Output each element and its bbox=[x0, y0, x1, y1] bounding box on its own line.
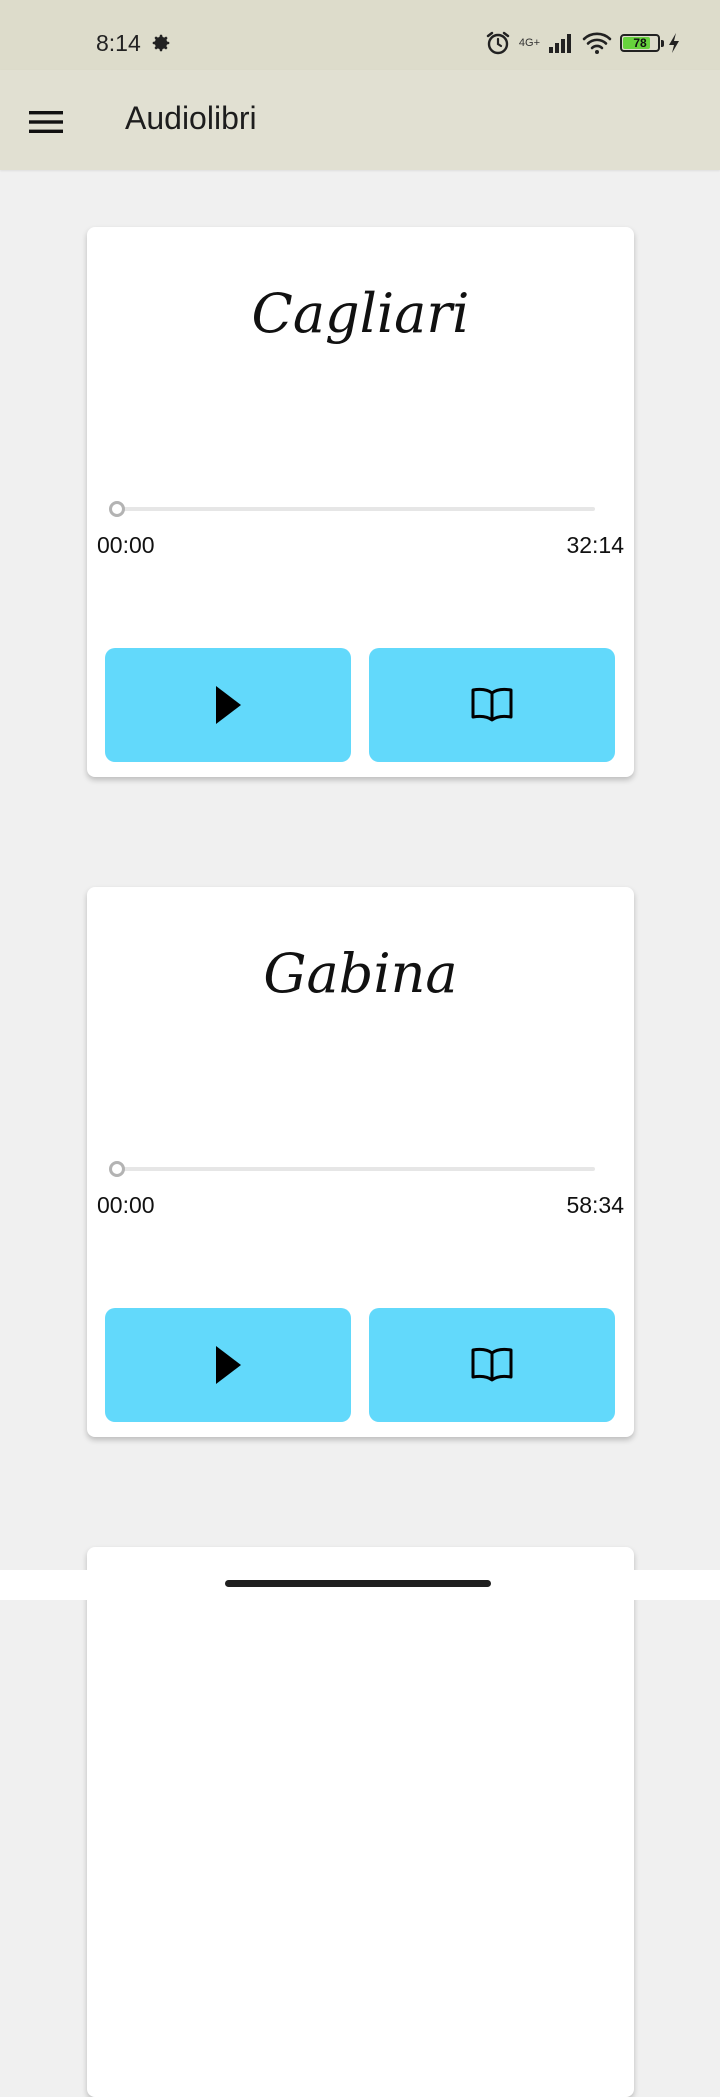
wifi-icon bbox=[582, 32, 612, 54]
current-time: 00:00 bbox=[97, 1192, 155, 1218]
audiobook-title: Gabina bbox=[263, 942, 458, 1005]
play-icon bbox=[216, 686, 241, 724]
status-time: 8:14 bbox=[96, 30, 141, 56]
status-bar: 8:14 4G+ 78 bbox=[0, 0, 720, 70]
charging-icon bbox=[669, 33, 679, 53]
duration: 32:14 bbox=[566, 532, 624, 558]
battery-level: 78 bbox=[633, 36, 647, 50]
home-gesture-handle[interactable] bbox=[225, 1580, 491, 1587]
play-icon bbox=[216, 1346, 241, 1384]
play-button[interactable] bbox=[105, 1308, 351, 1422]
play-button[interactable] bbox=[105, 648, 351, 762]
slider-thumb[interactable] bbox=[109, 501, 125, 517]
read-book-button[interactable] bbox=[369, 648, 615, 762]
audio-progress-slider[interactable] bbox=[109, 1161, 595, 1177]
audiobook-card-cagliari: Cagliari 00:00 32:14 bbox=[87, 227, 634, 777]
audio-progress-slider[interactable] bbox=[109, 501, 595, 517]
book-icon bbox=[471, 1347, 513, 1382]
book-icon bbox=[471, 687, 513, 722]
battery-icon: 78 bbox=[620, 34, 664, 52]
gear-icon bbox=[152, 34, 170, 52]
audiobook-title: Cagliari bbox=[251, 282, 470, 345]
audiobook-card-next bbox=[87, 1547, 634, 2097]
audiobook-card-gabina: Gabina 00:00 58:34 bbox=[87, 887, 634, 1437]
signal-icon bbox=[549, 34, 571, 53]
read-book-button[interactable] bbox=[369, 1308, 615, 1422]
app-bar: Audiolibri bbox=[0, 70, 720, 170]
current-time: 00:00 bbox=[97, 532, 155, 558]
hamburger-menu-icon bbox=[29, 111, 63, 133]
network-label: 4G+ bbox=[518, 36, 540, 49]
duration: 58:34 bbox=[566, 1192, 624, 1218]
menu-button[interactable] bbox=[22, 98, 70, 146]
slider-thumb[interactable] bbox=[109, 1161, 125, 1177]
alarm-icon bbox=[486, 31, 510, 55]
page-title: Audiolibri bbox=[125, 100, 257, 136]
status-icons: 4G+ 78 bbox=[485, 28, 680, 58]
